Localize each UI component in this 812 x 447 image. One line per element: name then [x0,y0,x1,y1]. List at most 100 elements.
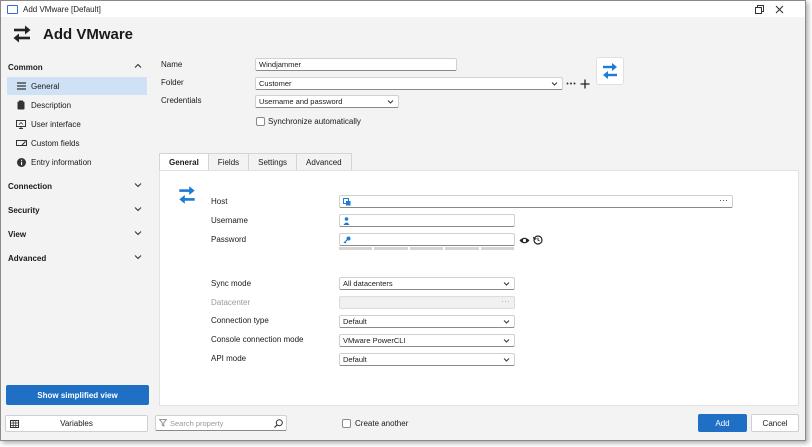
console-mode-value: VMware PowerCLI [343,336,406,345]
add-button[interactable]: Add [698,414,747,432]
api-mode-value: Default [343,355,367,364]
folder-label: Folder [161,78,184,87]
chevron-down-icon[interactable] [133,204,143,214]
swap-arrows-icon [603,63,617,79]
folder-select[interactable]: Customer [255,77,563,90]
console-mode-select[interactable]: VMware PowerCLI [339,334,515,347]
window-title: Add VMware [Default] [23,4,101,14]
sidebar-item-label: Description [31,100,72,110]
password-history-icon[interactable] [532,234,544,246]
chevron-down-icon [503,358,510,362]
grid-icon [10,420,19,428]
bottom-bar: Variables Search property Create another… [1,410,805,440]
create-another-checkbox[interactable] [342,419,351,428]
folder-value: Customer [259,79,292,88]
credentials-value: Username and password [259,97,343,106]
sidebar-item-user-interface[interactable]: User interface [7,115,147,133]
sidebar-item-entry-information[interactable]: Entry information [7,153,147,171]
api-mode-label: API mode [211,354,247,363]
datacenter-field: ··· [339,296,515,309]
show-password-icon[interactable] [518,234,530,246]
host-field[interactable]: ··· [339,195,733,208]
chevron-down-icon[interactable] [133,180,143,190]
sidebar-item-label: User interface [31,119,81,129]
username-field[interactable] [339,214,515,227]
window-app-icon [7,4,18,14]
funnel-icon [159,419,167,427]
show-simplified-view-button[interactable]: Show simplified view [6,385,149,405]
monitor-icon [15,119,27,129]
datacenter-more-icon: ··· [501,296,510,306]
cancel-button[interactable]: Cancel [751,414,799,432]
edit-field-icon [15,139,27,147]
dialog-window: Add VMware [Default] Add VMware Common G… [0,0,806,441]
add-folder-icon[interactable] [579,77,591,90]
connection-type-label: Connection type [211,316,269,325]
sidebar-item-label: Entry information [31,157,92,167]
variables-button[interactable]: Variables [5,415,148,432]
chevron-down-icon [387,100,394,104]
name-value: Windjammer [259,60,302,69]
name-label: Name [161,60,183,69]
datacenter-label: Datacenter [211,298,251,307]
name-field[interactable]: Windjammer [255,58,457,71]
connection-type-value: Default [343,317,367,326]
password-strength-meter [339,247,515,250]
sidebar-section-security[interactable]: Security [1,201,151,219]
password-label: Password [211,235,247,244]
connection-type-select[interactable]: Default [339,315,515,328]
chevron-up-icon[interactable] [133,61,143,71]
chevron-down-icon[interactable] [133,252,143,262]
vmware-entry-icon [13,25,31,43]
sidebar-item-label: Custom fields [31,138,80,148]
sidebar-item-label: General [31,81,60,91]
chevron-down-icon [503,339,510,343]
info-icon [15,157,27,167]
sync-mode-select[interactable]: All datacenters [339,277,515,290]
entry-icon-picker[interactable] [596,57,624,85]
search-icon[interactable] [274,419,283,428]
sync-checkbox[interactable] [256,117,265,126]
sidebar-item-general[interactable]: General [7,77,147,95]
chevron-down-icon [503,282,510,286]
tab-settings[interactable]: Settings [248,153,298,170]
chevron-down-icon [503,320,510,324]
user-icon [343,217,350,225]
host-label: Host [211,197,228,206]
username-label: Username [211,216,248,225]
search-property-input[interactable]: Search property [155,415,287,431]
title-bar: Add VMware [Default] [1,1,805,17]
credentials-select[interactable]: Username and password [255,95,399,108]
password-field[interactable] [339,233,515,246]
sidebar-section-common[interactable]: Common [1,58,151,76]
clipboard-icon [15,100,27,110]
sidebar-section-advanced[interactable]: Advanced [1,249,151,267]
search-placeholder: Search property [170,418,224,428]
console-mode-label: Console connection mode [211,335,304,344]
chevron-down-icon[interactable] [133,228,143,238]
tab-advanced[interactable]: Advanced [296,153,352,170]
close-icon[interactable] [771,3,787,15]
vmware-protocol-icon [179,186,195,204]
credentials-label: Credentials [161,96,202,105]
sidebar-section-view[interactable]: View [1,225,151,243]
dialog-header: Add VMware [1,17,155,51]
dialog-heading: Add VMware [43,25,134,43]
variables-label: Variables [60,419,93,428]
create-another-label: Create another [355,419,409,428]
api-mode-select[interactable]: Default [339,353,515,366]
tab-fields[interactable]: Fields [207,153,250,170]
host-more-icon[interactable]: ··· [719,195,728,205]
folder-more-icon[interactable] [565,77,577,90]
restore-icon[interactable] [751,3,767,15]
sidebar-item-custom-fields[interactable]: Custom fields [7,134,147,152]
sync-label: Synchronize automatically [268,117,361,126]
sidebar-item-description[interactable]: Description [7,96,147,114]
tab-general[interactable]: General [159,153,209,171]
key-icon [343,236,351,244]
host-icon [343,198,351,206]
main-content: Name Windjammer Folder Customer Credenti… [155,53,803,409]
sidebar-section-connection[interactable]: Connection [1,177,151,195]
list-icon [15,82,27,90]
sidebar: Common General Description User interfac… [1,53,153,409]
